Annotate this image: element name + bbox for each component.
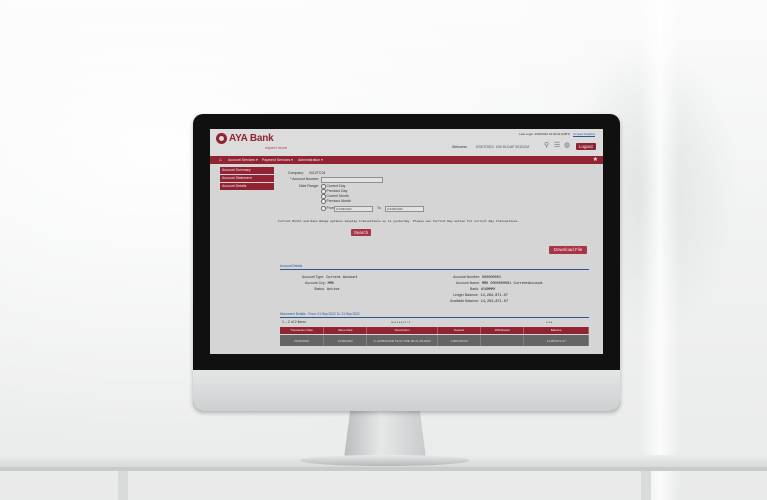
account-ccy: Account Ccy: MMK — [305, 281, 334, 286]
nav-payment-services[interactable]: Payment Services ▾ — [262, 157, 293, 163]
bank-logo: AYA Bank — [216, 133, 274, 144]
to-label: To — [377, 206, 381, 210]
account-number-label: * Account Number: — [290, 177, 320, 181]
movement-details-title: Movement Details - From: 21 Sep 2022 To:… — [280, 312, 360, 316]
date-range-label: Date Range: — [299, 184, 319, 188]
ledger-balance: Ledger Balance: 14,284,871.07 — [453, 293, 508, 298]
contact-helpline-link[interactable]: Contact Helpline — [573, 132, 595, 136]
cell-description: A- ACBRANCE TE 01 SOE 0E 21-09-2022 — [367, 335, 438, 346]
pagination[interactable]: |◂ ◂ 1 ▸ ▸| 1 / 1 — [391, 320, 410, 324]
cell-transaction-date: 21/09/2022 — [280, 335, 325, 346]
menu-icon[interactable]: ☰ — [554, 142, 561, 149]
globe-icon[interactable]: ◍ — [564, 142, 571, 149]
account-name: Account Name: MMK 0000000001 CurrentAccou… — [456, 281, 543, 286]
bank-header: AYA Bank expect more Last Login: 2/09/20… — [210, 129, 603, 156]
account-type: Account Type: Current Account — [302, 275, 358, 280]
company-value: 0012TC04 — [309, 171, 326, 175]
monitor-stand — [344, 408, 426, 458]
nav-account-services[interactable]: Account Services ▾ — [228, 157, 258, 163]
to-date-input[interactable]: 2/1/09/2022 — [385, 206, 424, 212]
desk-edge — [0, 467, 767, 471]
home-icon[interactable]: ⌂ — [219, 157, 222, 163]
account-bank: Bank: AYAMMMY — [470, 287, 496, 292]
logo-tagline: expect more — [265, 145, 288, 150]
account-details-divider — [280, 269, 589, 270]
account-details-title: Account Details — [280, 264, 303, 268]
cell-balance: 14,283,871.07 — [524, 335, 590, 346]
company-label: Company: — [288, 171, 304, 175]
sidebar: Account Summary Account Statement Accoun… — [220, 167, 274, 191]
monitor-screen: AYA Bank expect more Last Login: 2/09/20… — [210, 129, 603, 354]
favorite-star-icon[interactable]: ★ — [593, 156, 598, 164]
logo-text: AYA Bank — [229, 133, 274, 144]
sidebar-item-account-summary[interactable]: Account Summary — [220, 167, 274, 174]
col-transaction-date[interactable]: Transaction Date — [280, 327, 325, 334]
date-range-note: Current Month and Date Range options dis… — [278, 220, 520, 223]
cell-value-date: 21/09/2022 — [324, 335, 368, 346]
logout-button[interactable]: Logout — [576, 143, 596, 150]
monitor-chin — [193, 370, 620, 411]
cell-deposit: 1,000,000.00 — [438, 335, 482, 346]
col-value-date[interactable]: Value Date — [324, 327, 368, 334]
download-file-button[interactable]: Download File — [549, 246, 587, 254]
sidebar-item-account-details[interactable]: Account Details — [220, 183, 274, 190]
radio-previous-day[interactable]: Previous Day — [321, 189, 347, 194]
welcome-id: 000 DLDAF 001DCM — [496, 145, 530, 149]
nav-administration[interactable]: Administration ▾ — [298, 157, 323, 163]
account-number: Account Number: 000000001 — [453, 275, 501, 280]
movement-details-divider — [280, 317, 589, 318]
available-balance: Available Balance: 14,283,871.07 — [450, 299, 509, 304]
from-date-input[interactable]: 2/1/09/2022 — [334, 206, 373, 212]
radio-current-month[interactable]: Current Month — [321, 194, 349, 199]
items-count: 1 – 2 of 2 items — [282, 320, 306, 324]
cell-withdrawal — [481, 335, 525, 346]
col-withdrawal[interactable]: Withdrawal — [481, 327, 525, 334]
account-status: Status: Active — [314, 287, 340, 292]
monitor-base — [300, 455, 470, 466]
desk-leg-left — [118, 471, 128, 500]
main-nav: ⌂ Account Services ▾ Payment Services ▾ … — [210, 156, 603, 164]
col-balance[interactable]: Balance — [524, 327, 590, 334]
welcome-label: Welcome: — [452, 145, 468, 149]
sidebar-item-account-statement[interactable]: Account Statement — [220, 175, 274, 182]
pagination-right[interactable]: ◂ 1 ▸ — [546, 320, 552, 324]
account-number-select[interactable] — [321, 177, 383, 183]
radio-previous-month[interactable]: Previous Month — [321, 199, 351, 204]
search-button[interactable]: Search — [351, 229, 371, 236]
radio-current-day[interactable]: Current Day — [321, 184, 345, 189]
table-header: Transaction Date Value Date Description … — [280, 327, 590, 334]
table-row[interactable]: 21/09/2022 21/09/2022 A- ACBRANCE TE 01 … — [280, 335, 590, 346]
radio-date-range[interactable]: From — [321, 206, 335, 211]
last-login: Last Login: 2/09/2022 10:30:22 (MMT) Con… — [519, 132, 595, 136]
desk-leg-right — [641, 471, 651, 500]
col-deposit[interactable]: Deposit — [438, 327, 482, 334]
welcome-name: KSDTOSDI — [476, 145, 494, 149]
logo-icon — [216, 133, 227, 144]
user-icon[interactable]: ⚲ — [544, 142, 551, 149]
col-description[interactable]: Description — [367, 327, 438, 334]
